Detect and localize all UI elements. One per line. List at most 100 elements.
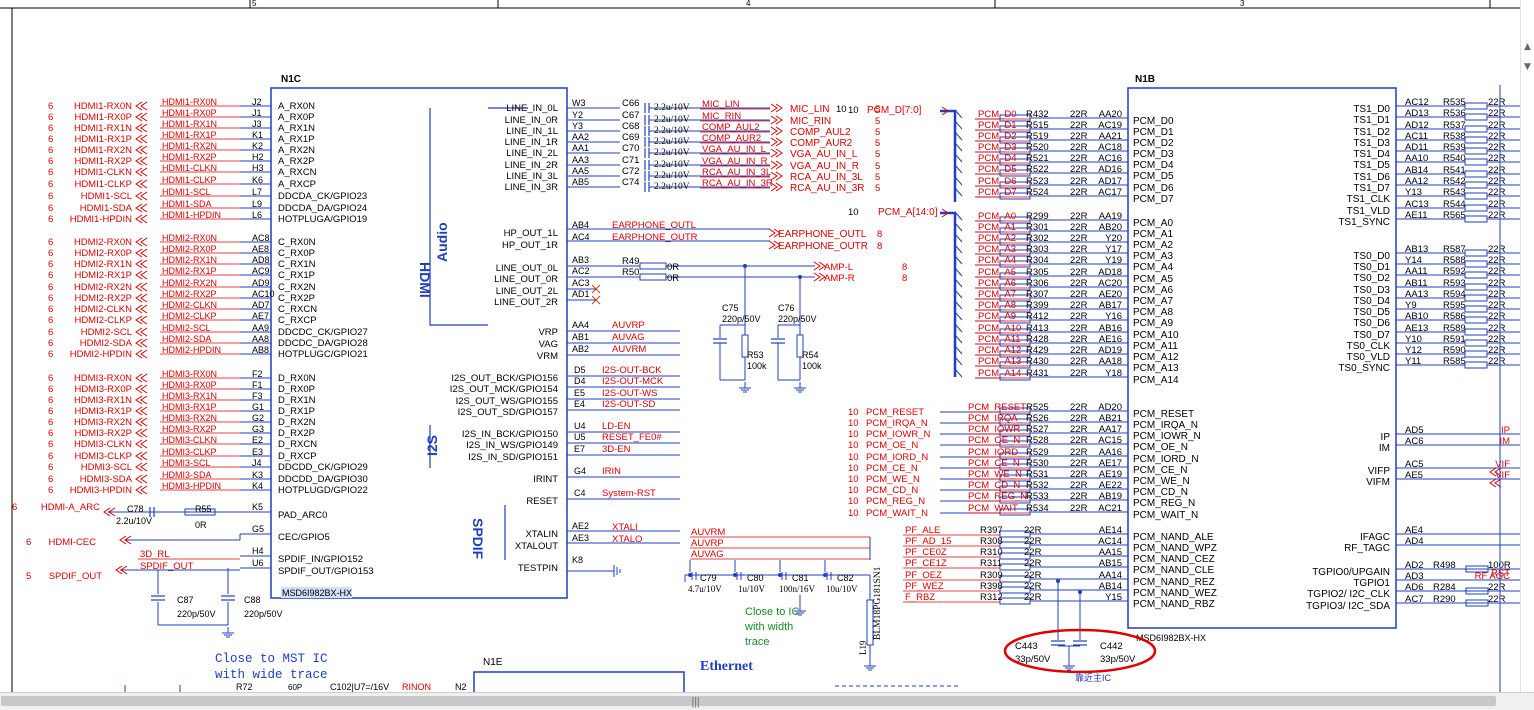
offsheet-net: EARPHONE_OUTR — [778, 241, 868, 252]
value-label: 2.2u/10V — [654, 171, 690, 181]
port-arrow — [770, 148, 778, 158]
pin-name-label: PCM_D7 — [1133, 194, 1174, 205]
pin-ball-label: AC4 — [572, 232, 590, 242]
net-label: HDMI3-HPDIN — [162, 481, 221, 491]
pin-name-label: PCM_A11 — [1133, 341, 1178, 352]
pin-name-label: TS0_D2 — [1353, 273, 1390, 284]
value-label: 22R — [1070, 424, 1088, 435]
resistor-symbol — [1464, 294, 1488, 302]
value-label: 2.2u/10V — [654, 103, 690, 113]
pin-ball-label: AA17 — [1099, 424, 1122, 435]
net-label: HDMI2-RX1P — [162, 266, 217, 276]
pin-ball-label: AE11 — [1405, 210, 1428, 221]
value-label: 22R — [1024, 547, 1042, 558]
net-label: PCM_A7 — [978, 289, 1016, 300]
port-arrow — [140, 304, 148, 314]
section-title: Audio — [434, 222, 450, 262]
port-arrow — [140, 179, 148, 189]
sheet-number: 5 — [875, 127, 880, 138]
junction-dot — [733, 573, 737, 577]
value-label: 22R — [1070, 164, 1088, 175]
pin-ball-label: AE5 — [1405, 470, 1423, 481]
ref-label: C69 — [622, 132, 639, 143]
pin-ball-label: AC8 — [252, 233, 270, 243]
pin-ball-label: AA13 — [1405, 289, 1428, 300]
net-label: F_RBZ — [905, 592, 935, 603]
port-arrow — [140, 101, 148, 111]
value-label: 2.2u/10V — [654, 126, 690, 136]
ref-label: R49 — [622, 256, 639, 267]
net-label: AUVRP — [612, 320, 645, 331]
resistor-symbol — [1464, 316, 1488, 324]
port-arrow — [140, 485, 148, 495]
pin-ball-label: AD1 — [572, 289, 590, 299]
ref-label: R54 — [802, 350, 819, 360]
pin-ball-label: AC12 — [1405, 97, 1429, 108]
sheet-number: 10 — [848, 418, 859, 429]
net-label: HDMI3-RX1N — [162, 391, 217, 401]
pin-ball-label: AD19 — [1098, 345, 1122, 356]
value-label: 22R — [1024, 558, 1042, 569]
offsheet-net: HDMI3-HPDIN — [70, 485, 132, 496]
pin-name-label: D_RX2N — [278, 417, 316, 428]
ref-label: C71 — [622, 155, 639, 166]
ref-label: C67 — [622, 110, 639, 121]
offsheet-net: HDMI1-CLKP — [74, 179, 132, 190]
port-arrow — [140, 156, 148, 166]
pin-name-label: PCM_D2 — [1133, 138, 1174, 149]
port-arrow — [140, 270, 148, 280]
pin-name-label: TS1_CLK — [1347, 194, 1391, 205]
pin-name-label: CEC/GPIO5 — [278, 532, 330, 543]
pin-name-label: PCM_WE_N — [1133, 476, 1190, 487]
ref-label: R301 — [1026, 222, 1049, 233]
net-label: IRIN — [602, 466, 621, 477]
sheet-number: 6 — [48, 395, 53, 406]
pin-ball-label: AD9 — [252, 278, 270, 288]
net-label: HDMI1-RX2P — [162, 152, 217, 162]
ref-label: C79 — [700, 573, 717, 583]
sheet-number: 6 — [48, 112, 53, 123]
offsheet-net: HDMI2-CLKN — [74, 304, 132, 315]
net-label: PCM_CE_N — [968, 458, 1020, 469]
port-arrow — [140, 282, 148, 292]
value-label: 22R — [1070, 278, 1088, 289]
net-label: HDMI2-RX2N — [162, 278, 217, 288]
net-label: EARPHONE_OUTL — [612, 220, 696, 231]
pin-ball-label: Y14 — [1405, 255, 1422, 266]
ref-label: C75 — [722, 303, 739, 313]
pin-ball-label: K1 — [252, 130, 263, 140]
pin-ball-label: L6 — [252, 210, 262, 220]
pin-ball-label: AD7 — [252, 300, 270, 310]
net-label: XTALO — [612, 534, 642, 545]
net-label: HDMI2-RX0N — [162, 233, 217, 243]
value-label: 4.7u/10V — [688, 584, 722, 594]
resistor-symbol — [1464, 136, 1488, 144]
pin-name-label: D_RX0N — [278, 373, 316, 384]
pin-name-label: DDCDD_DA/GPIO30 — [278, 474, 368, 485]
resistor-symbol — [1464, 204, 1488, 212]
offsheet-net: COMP_AUR2 — [790, 138, 853, 149]
pin-ball-label: AD5 — [1405, 425, 1423, 436]
n1c-part: MSD6I982BX-HX — [282, 588, 352, 598]
pin-name-label: VIFM — [1366, 477, 1390, 488]
net-label: PF_AD_15 — [905, 536, 951, 547]
scrollbar-thumb[interactable]: ||| — [1, 695, 1496, 708]
chevron-down-icon[interactable]: ▼ — [1522, 62, 1533, 72]
resistor-symbol — [1464, 113, 1488, 121]
pin-ball-label: K6 — [252, 175, 263, 185]
ref-label: R311 — [980, 558, 1002, 569]
offsheet-net: PCM_REG_N — [866, 496, 925, 507]
horizontal-scrollbar[interactable]: ||| — [0, 692, 1534, 710]
value-label: 22R — [1024, 581, 1042, 592]
pin-ball-label: C4 — [574, 488, 586, 498]
value-label: 22R — [1488, 582, 1506, 593]
offsheet-net: HDMI3-RX1P — [74, 406, 132, 417]
vertical-scrollbar[interactable]: ▲ ▼ — [1520, 0, 1534, 692]
sheet-number: 6 — [48, 485, 53, 496]
pin-ball-label: G1 — [252, 402, 264, 412]
net-label: PCM_CD_N — [968, 480, 1020, 491]
pin-ball-label: AA2 — [572, 132, 589, 142]
pin-name-label: DDCDC_DA/GPIO28 — [278, 338, 368, 349]
chevron-up-icon[interactable]: ▲ — [1522, 42, 1533, 52]
resistor-symbol — [1464, 215, 1488, 223]
